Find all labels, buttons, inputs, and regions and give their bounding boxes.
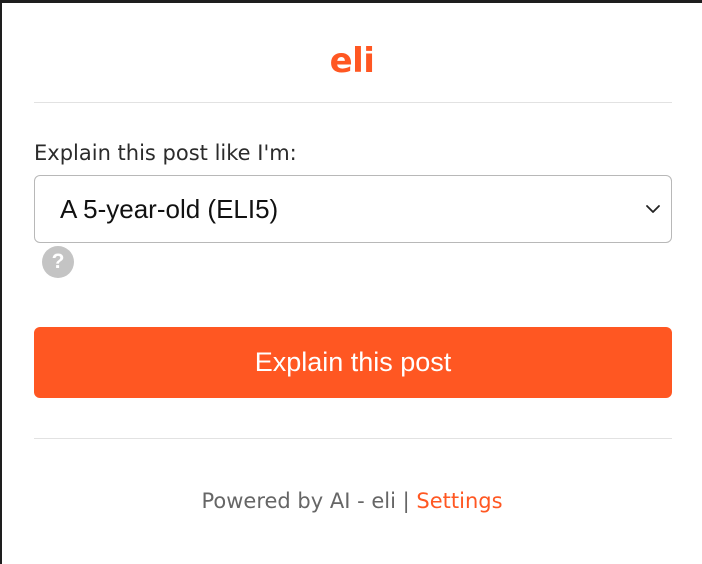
eli-popup: eli Explain this post like I'm: A 5-year… — [0, 0, 702, 564]
chevron-down-icon — [646, 205, 660, 213]
header-divider — [34, 102, 672, 103]
explain-level-selected-value: A 5-year-old (ELI5) — [60, 194, 279, 224]
explain-level-select[interactable]: A 5-year-old (ELI5) — [34, 175, 672, 243]
explain-post-button[interactable]: Explain this post — [34, 327, 672, 398]
explain-level-label: Explain this post like I'm: — [34, 141, 297, 165]
settings-link[interactable]: Settings — [416, 489, 502, 513]
footer-divider — [34, 438, 672, 439]
footer: Powered by AI - eli | Settings — [2, 487, 702, 515]
footer-separator: | — [402, 489, 410, 513]
eli-logo: eli — [329, 41, 375, 81]
powered-by-text: Powered by AI - eli — [201, 489, 396, 513]
question-mark-icon[interactable]: ? — [42, 246, 74, 278]
